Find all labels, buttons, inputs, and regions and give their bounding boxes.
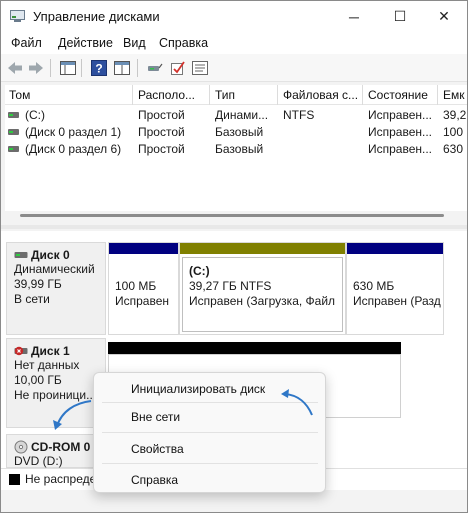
- partition-title: (C:): [189, 264, 210, 278]
- volume-type: Базовый: [215, 125, 264, 139]
- column-header-layout[interactable]: Располо...: [134, 85, 210, 105]
- menu-item-help[interactable]: Справка: [131, 473, 178, 487]
- close-button[interactable]: ✕: [421, 1, 467, 32]
- disk-1-state: Не проиници...: [14, 388, 97, 402]
- volume-status: Исправен...: [368, 142, 433, 156]
- volume-type: Динами...: [215, 108, 269, 122]
- volume-list[interactable]: Том Располо... Тип Файловая с... Состоян…: [5, 85, 467, 211]
- partition-color-bar: [347, 243, 443, 254]
- volume-filesystem: NTFS: [283, 108, 315, 122]
- volume-icon: [8, 146, 19, 152]
- status-bar: [1, 490, 467, 512]
- volume-capacity: 100: [443, 125, 464, 139]
- menu-action[interactable]: Действие: [58, 36, 113, 50]
- svg-text:?: ?: [95, 62, 102, 76]
- context-menu: Инициализировать диск Вне сети Свойства …: [93, 372, 326, 493]
- menu-item-offline[interactable]: Вне сети: [131, 410, 180, 424]
- disk-not-initialized-icon: [14, 346, 28, 355]
- menu-bar: Файл Действие Вид Справка: [1, 32, 467, 54]
- menu-help[interactable]: Справка: [159, 36, 208, 50]
- disk-1-size: 10,00 ГБ: [14, 373, 62, 387]
- disk-0-name: Диск 0: [31, 247, 70, 262]
- volume-type: Базовый: [215, 142, 264, 156]
- disk-management-window: Управление дисками ─ ☐ ✕ Файл Действие В…: [0, 0, 468, 513]
- console-tree-icon[interactable]: [59, 59, 77, 77]
- title-bar: Управление дисками ─ ☐ ✕: [1, 1, 467, 32]
- forward-arrow-icon[interactable]: [27, 59, 45, 77]
- volume-capacity: 39,2: [443, 108, 467, 122]
- partition-status: Исправен: [115, 294, 170, 308]
- volume-layout: Простой: [138, 142, 185, 156]
- volume-status: Исправен...: [368, 108, 433, 122]
- disk-1-label[interactable]: Диск 1 Нет данных 10,00 ГБ Не проиници..…: [6, 338, 106, 428]
- volume-icon: [8, 129, 19, 135]
- menu-separator: [102, 402, 318, 403]
- unallocated-color-bar: [108, 342, 401, 354]
- volume-status: Исправен...: [368, 125, 433, 139]
- menu-separator: [102, 463, 318, 464]
- cd-icon: [14, 440, 28, 453]
- disk-1-kind: Нет данных: [14, 358, 80, 372]
- volume-row[interactable]: (Диск 0 раздел 1) Простой Базовый Исправ…: [5, 124, 467, 141]
- volume-capacity: 630: [443, 142, 464, 156]
- partition-size: 39,27 ГБ NTFS: [189, 279, 272, 293]
- volume-name: (Диск 0 раздел 1): [25, 125, 122, 139]
- toolbar-separator: [81, 59, 82, 77]
- cdrom-label[interactable]: CD-ROM 0 DVD (D:): [6, 434, 106, 468]
- menu-file[interactable]: Файл: [11, 36, 42, 50]
- help-icon[interactable]: ?: [90, 59, 108, 77]
- partition-disk0-6[interactable]: 630 МБ Исправен (Разд: [346, 242, 444, 335]
- column-header-capacity[interactable]: Емк: [439, 85, 467, 105]
- disk-1-name: Диск 1: [31, 343, 70, 358]
- menu-separator: [102, 432, 318, 433]
- toolbar-separator: [50, 59, 51, 77]
- toolbar: ?: [1, 54, 467, 82]
- horizontal-scrollbar[interactable]: [20, 214, 444, 217]
- pane-splitter[interactable]: [1, 225, 467, 229]
- volume-name: (Диск 0 раздел 6): [25, 142, 122, 156]
- volume-layout: Простой: [138, 125, 185, 139]
- volume-row[interactable]: (Диск 0 раздел 6) Простой Базовый Исправ…: [5, 141, 467, 158]
- check-icon[interactable]: [169, 59, 187, 77]
- partition-color-bar: [180, 243, 345, 254]
- partition-color-bar: [109, 243, 178, 254]
- disk-0-state: В сети: [14, 292, 50, 306]
- volume-icon: [8, 112, 19, 118]
- toolbar-separator: [137, 59, 138, 77]
- disk-0-size: 39,99 ГБ: [14, 277, 62, 291]
- disk-0-kind: Динамический: [14, 262, 95, 276]
- properties-icon[interactable]: [113, 59, 131, 77]
- partition-size: 630 МБ: [353, 279, 395, 293]
- connect-icon[interactable]: [146, 59, 164, 77]
- minimize-button[interactable]: ─: [331, 1, 377, 32]
- partition-disk0-1[interactable]: 100 МБ Исправен: [108, 242, 179, 335]
- cdrom-kind: DVD (D:): [14, 454, 63, 468]
- partition-status: Исправен (Разд: [353, 294, 441, 308]
- partition-size: 100 МБ: [115, 279, 157, 293]
- menu-view[interactable]: Вид: [123, 36, 146, 50]
- partition-disk0-c[interactable]: (C:) 39,27 ГБ NTFS Исправен (Загрузка, Ф…: [179, 242, 346, 335]
- volume-name: (C:): [25, 108, 45, 122]
- volume-list-header: Том Располо... Тип Файловая с... Состоян…: [5, 85, 467, 105]
- volume-row[interactable]: (C:) Простой Динами... NTFS Исправен... …: [5, 107, 467, 124]
- volume-layout: Простой: [138, 108, 185, 122]
- cdrom-name: CD-ROM 0: [31, 439, 91, 454]
- column-header-volume[interactable]: Том: [5, 85, 133, 105]
- disk-management-icon: [10, 10, 25, 22]
- disk-icon: [14, 251, 28, 258]
- column-header-filesystem[interactable]: Файловая с...: [279, 85, 363, 105]
- list-icon[interactable]: [191, 59, 209, 77]
- partition-status: Исправен (Загрузка, Файл п: [189, 294, 339, 308]
- maximize-button[interactable]: ☐: [377, 1, 423, 32]
- back-arrow-icon[interactable]: [6, 59, 24, 77]
- column-header-status[interactable]: Состояние: [364, 85, 438, 105]
- legend-unallocated-swatch: [9, 474, 20, 485]
- menu-item-properties[interactable]: Свойства: [131, 442, 184, 456]
- menu-item-initialize-disk[interactable]: Инициализировать диск: [131, 382, 265, 396]
- column-header-type[interactable]: Тип: [211, 85, 278, 105]
- window-title: Управление дисками: [33, 9, 160, 24]
- disk-0-label[interactable]: Диск 0 Динамический 39,99 ГБ В сети: [6, 242, 106, 335]
